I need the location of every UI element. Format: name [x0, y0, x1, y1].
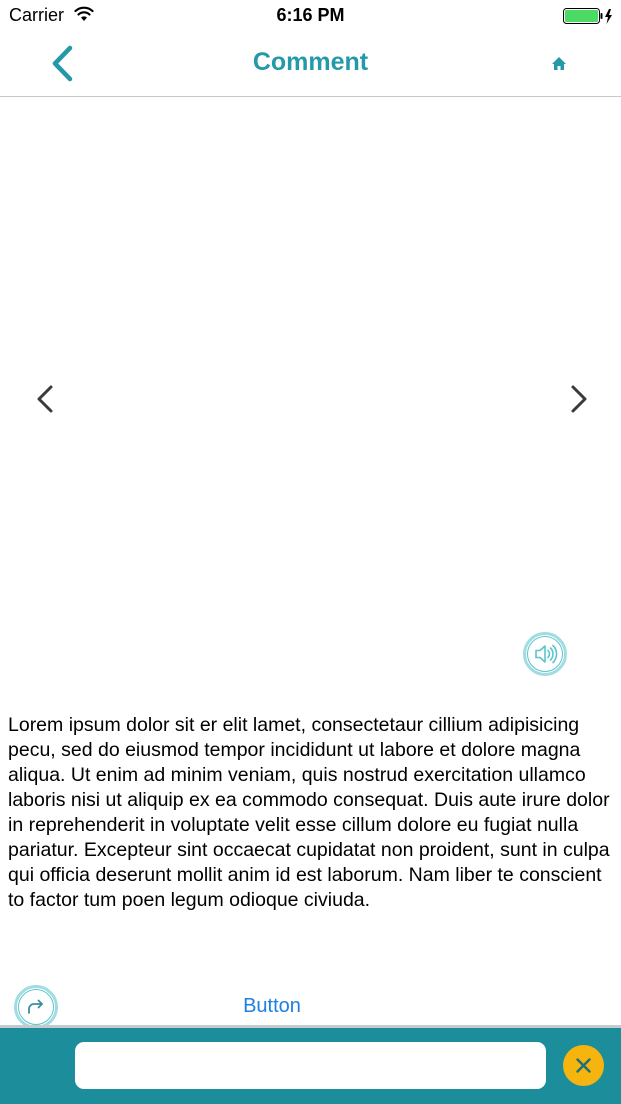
- home-button[interactable]: [549, 54, 569, 74]
- page-title: Comment: [252, 48, 369, 76]
- comment-screen: Carrier 6:16 PM Comment Lorem ipsum dolo…: [0, 0, 621, 1104]
- comment-input-bar: [0, 1025, 621, 1104]
- battery-icon: [563, 8, 615, 31]
- comment-input[interactable]: [75, 1042, 546, 1089]
- previous-button[interactable]: [30, 379, 60, 419]
- action-button[interactable]: Button: [222, 995, 322, 1018]
- chevron-right-icon: [571, 385, 587, 413]
- share-button[interactable]: [13, 984, 59, 1030]
- navigation-bar: Comment: [0, 32, 621, 97]
- share-icon: [14, 985, 58, 1029]
- next-button[interactable]: [564, 379, 594, 419]
- home-icon: [552, 57, 566, 70]
- speaker-icon: [523, 632, 567, 676]
- chevron-left-icon: [37, 385, 53, 413]
- status-bar: Carrier 6:16 PM: [0, 0, 621, 32]
- audio-button[interactable]: [522, 631, 568, 677]
- comment-body-text: Lorem ipsum dolor sit er elit lamet, con…: [8, 714, 610, 911]
- status-time: 6:16 PM: [276, 5, 345, 25]
- close-button[interactable]: [563, 1045, 604, 1086]
- close-icon: [576, 1058, 591, 1073]
- media-carousel: [0, 97, 621, 695]
